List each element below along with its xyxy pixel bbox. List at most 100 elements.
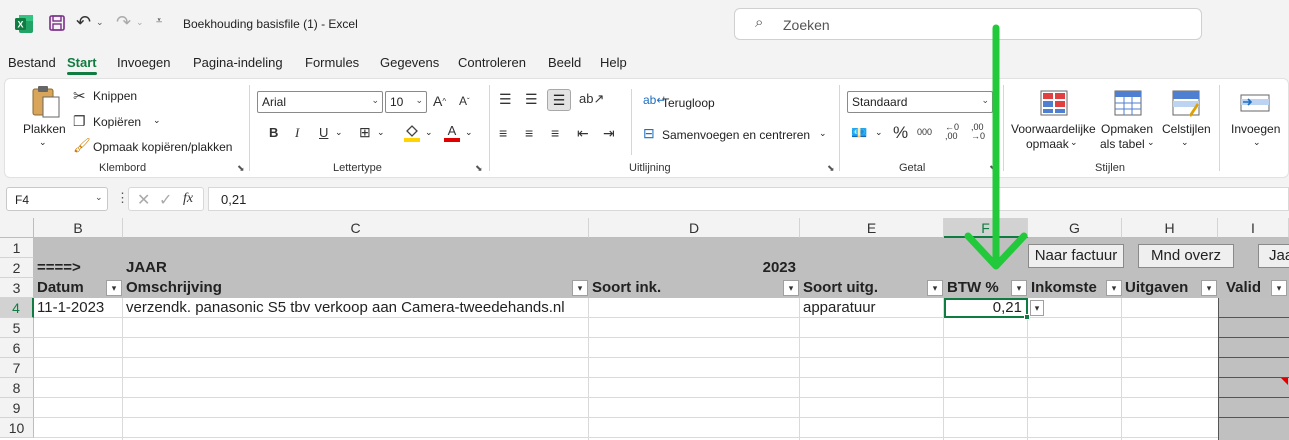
row-header-10[interactable]: 10 xyxy=(0,418,34,438)
insert-cells-button[interactable]: Invoegen xyxy=(1231,122,1280,136)
tab-help[interactable]: Help xyxy=(600,55,627,70)
merge-center-button[interactable]: Samenvoegen en centreren xyxy=(662,128,810,142)
column-header-g[interactable]: G xyxy=(1028,218,1122,238)
naar-factuur-button[interactable]: Naar factuur xyxy=(1028,244,1124,268)
redo-icon[interactable]: ↷ xyxy=(116,12,131,33)
filter-dropdown-icon[interactable]: ▾ xyxy=(1201,280,1217,296)
tab-formules[interactable]: Formules xyxy=(305,55,359,70)
thousands-separator-icon[interactable]: 000 xyxy=(917,127,932,137)
row-header-9[interactable]: 9 xyxy=(0,398,34,418)
copy-dropdown-icon[interactable]: ⌄ xyxy=(153,115,161,126)
cell-b2[interactable]: ====> xyxy=(34,258,123,278)
font-name-dropdown[interactable]: Arial ⌄ xyxy=(257,91,383,113)
header-datum[interactable]: Datum xyxy=(34,278,104,298)
align-right-icon[interactable]: ≡ xyxy=(551,125,559,141)
redo-dropdown-icon[interactable]: ⌄ xyxy=(136,17,144,28)
cell-styles-icon[interactable] xyxy=(1171,89,1201,117)
align-top-icon[interactable]: ☰ xyxy=(499,91,512,108)
increase-indent-icon[interactable]: ⇥ xyxy=(603,125,615,142)
cell-styles-button[interactable]: Celstijlen xyxy=(1162,122,1211,136)
undo-icon[interactable]: ↶ xyxy=(76,12,91,33)
conditional-formatting-icon[interactable] xyxy=(1039,89,1069,117)
row-header-6[interactable]: 6 xyxy=(0,338,34,358)
column-header-e[interactable]: E xyxy=(800,218,944,238)
row-header-8[interactable]: 8 xyxy=(0,378,34,398)
formula-input[interactable]: 0,21 xyxy=(208,187,1289,211)
tab-gegevens[interactable]: Gegevens xyxy=(380,55,439,70)
filter-dropdown-icon[interactable]: ▾ xyxy=(927,280,943,296)
cell-c2[interactable]: JAAR xyxy=(123,258,323,278)
align-middle-icon[interactable]: ☰ xyxy=(525,91,538,108)
header-valid[interactable]: Valid xyxy=(1218,278,1268,298)
increase-font-icon[interactable]: A ^ xyxy=(433,93,446,109)
font-size-dropdown[interactable]: 10 ⌄ xyxy=(385,91,427,113)
undo-dropdown-icon[interactable]: ⌄ xyxy=(96,17,104,28)
clipboard-launcher-icon[interactable]: ⬊ xyxy=(237,163,245,174)
paste-dropdown-icon[interactable]: ⌄ xyxy=(39,137,47,148)
align-center-icon[interactable]: ≡ xyxy=(525,125,533,141)
cut-button[interactable]: Knippen xyxy=(93,89,137,103)
decrease-indent-icon[interactable]: ⇤ xyxy=(577,125,589,142)
row-header-7[interactable]: 7 xyxy=(0,358,34,378)
wrap-text-button[interactable]: Terugloop xyxy=(662,96,715,110)
alignment-launcher-icon[interactable]: ⬊ xyxy=(827,163,835,174)
borders-icon[interactable]: ⊞ xyxy=(359,124,371,141)
header-inkomsten[interactable]: Inkomste xyxy=(1028,278,1106,298)
accounting-dropdown-icon[interactable]: ⌄ xyxy=(875,127,883,138)
italic-button[interactable]: I xyxy=(295,125,299,141)
fill-color-dropdown-icon[interactable]: ⌄ xyxy=(425,127,433,138)
row-header-3[interactable]: 3 xyxy=(0,278,34,298)
tab-pagina-indeling[interactable]: Pagina-indeling xyxy=(193,55,283,70)
insert-cells-icon[interactable] xyxy=(1239,89,1271,117)
row-header-4[interactable]: 4 xyxy=(0,298,34,318)
name-box[interactable]: F4 ⌄ xyxy=(6,187,108,211)
column-header-i[interactable]: I xyxy=(1218,218,1289,238)
cell-b4[interactable]: 11-1-2023 xyxy=(34,298,122,318)
format-as-table-icon[interactable] xyxy=(1113,89,1143,117)
filter-dropdown-icon[interactable]: ▾ xyxy=(106,280,122,296)
row-header-1[interactable]: 1 xyxy=(0,238,34,258)
header-soort-uitg[interactable]: Soort uitg. xyxy=(800,278,920,298)
cut-icon[interactable]: ✂ xyxy=(73,87,86,105)
format-painter-icon[interactable]: 🖌 xyxy=(73,137,91,154)
column-header-d[interactable]: D xyxy=(589,218,800,238)
header-soort-ink[interactable]: Soort ink. xyxy=(589,278,769,298)
underline-dropdown-icon[interactable]: ⌄ xyxy=(335,127,343,138)
borders-dropdown-icon[interactable]: ⌄ xyxy=(377,127,385,138)
decrease-font-icon[interactable]: Aˇ xyxy=(459,94,470,108)
header-uitgaven[interactable]: Uitgaven xyxy=(1122,278,1200,298)
paste-icon[interactable] xyxy=(29,85,63,121)
copy-button[interactable]: Kopiëren xyxy=(93,115,141,129)
cell-dropdown-icon[interactable]: ▾ xyxy=(1030,300,1044,316)
accounting-format-icon[interactable]: 💶 xyxy=(851,125,867,141)
tab-bestand[interactable]: Bestand xyxy=(8,55,56,70)
fill-color-icon[interactable] xyxy=(403,123,421,143)
tab-controleren[interactable]: Controleren xyxy=(458,55,526,70)
customize-toolbar-icon[interactable]: ⩡ xyxy=(156,15,162,28)
tab-invoegen[interactable]: Invoegen xyxy=(117,55,171,70)
align-bottom-icon[interactable]: ☰ xyxy=(547,89,571,111)
cell-f4-selected[interactable]: 0,21 xyxy=(944,298,1028,318)
mnd-overz-button[interactable]: Mnd overz xyxy=(1138,244,1234,268)
bold-button[interactable]: B xyxy=(269,125,278,140)
format-as-table-line2[interactable]: als tabel xyxy=(1100,137,1145,151)
filter-dropdown-icon[interactable]: ▾ xyxy=(783,280,799,296)
header-omschrijving[interactable]: Omschrijving xyxy=(123,278,423,298)
format-painter-button[interactable]: Opmaak kopiëren/plakken xyxy=(93,140,232,154)
orientation-icon[interactable]: ab↗ xyxy=(579,91,604,107)
filter-dropdown-icon[interactable]: ▾ xyxy=(1271,280,1287,296)
align-left-icon[interactable]: ≡ xyxy=(499,125,507,141)
tab-start[interactable]: Start xyxy=(67,55,97,70)
tab-beeld[interactable]: Beeld xyxy=(548,55,581,70)
cell-d2[interactable]: 2023 xyxy=(589,258,798,278)
font-color-dropdown-icon[interactable]: ⌄ xyxy=(465,127,473,138)
row-header-2[interactable]: 2 xyxy=(0,258,34,278)
save-icon[interactable] xyxy=(48,14,66,32)
column-header-b[interactable]: B xyxy=(34,218,123,238)
paste-button[interactable]: Plakken xyxy=(23,122,66,136)
cell-c4[interactable]: verzendk. panasonic S5 tbv verkoop aan C… xyxy=(123,298,588,318)
copy-icon[interactable]: ❐ xyxy=(73,113,86,130)
column-header-c[interactable]: C xyxy=(123,218,589,238)
merge-dropdown-icon[interactable]: ⌄ xyxy=(819,128,827,139)
insert-function-icon[interactable]: fx xyxy=(183,191,193,207)
